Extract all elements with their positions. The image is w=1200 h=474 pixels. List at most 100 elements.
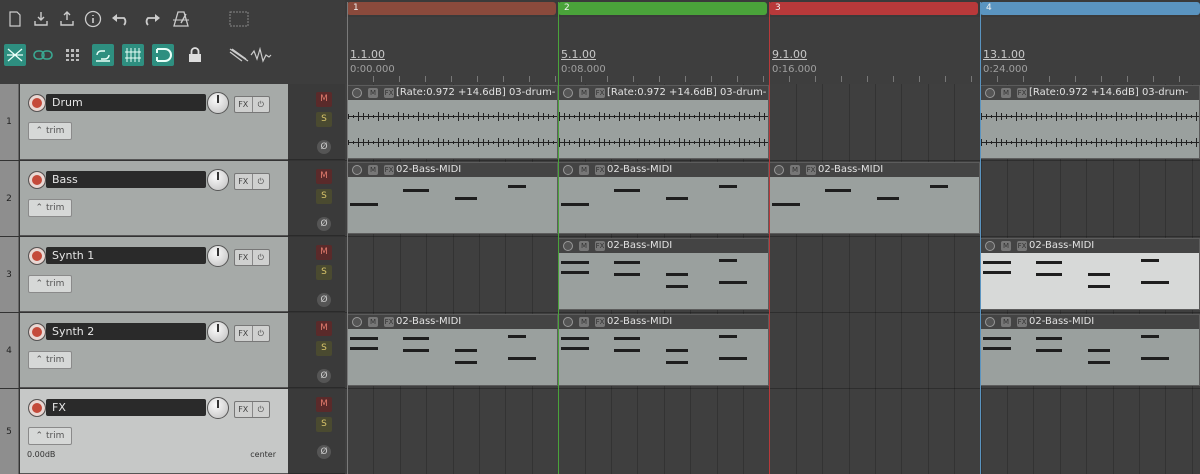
- midi-note[interactable]: [930, 185, 948, 188]
- volume-knob[interactable]: [207, 397, 229, 419]
- audio-item[interactable]: M FX [Rate:0.972 +14.6dB] 03-drum-: [347, 85, 558, 159]
- info-icon[interactable]: [82, 8, 104, 30]
- midi-note[interactable]: [1088, 273, 1110, 276]
- item-power-icon[interactable]: [985, 88, 995, 98]
- undo-icon[interactable]: [110, 8, 132, 30]
- item-power-icon[interactable]: [563, 317, 573, 327]
- grid-lines-icon[interactable]: [122, 44, 144, 66]
- midi-note[interactable]: [825, 189, 851, 192]
- midi-note[interactable]: [1036, 273, 1062, 276]
- record-arm-button[interactable]: [28, 171, 46, 189]
- midi-note[interactable]: [772, 203, 800, 206]
- midi-note[interactable]: [561, 337, 589, 340]
- midi-note[interactable]: [1036, 261, 1062, 264]
- fx-button[interactable]: FX: [235, 326, 252, 341]
- metronome-icon[interactable]: [170, 8, 192, 30]
- track-number[interactable]: 2: [0, 161, 19, 236]
- auto-crossfade-icon[interactable]: [92, 44, 114, 66]
- item-fx-icon[interactable]: FX: [1017, 241, 1027, 251]
- track-panel[interactable]: Drum FX ⏻ ⌃ trim: [20, 84, 288, 160]
- midi-note[interactable]: [666, 349, 688, 352]
- midi-note[interactable]: [508, 185, 526, 188]
- midi-item[interactable]: M FX 02-Bass-MIDI: [558, 314, 769, 386]
- open-icon[interactable]: [56, 8, 78, 30]
- track-number[interactable]: 4: [0, 313, 19, 388]
- midi-note[interactable]: [403, 349, 429, 352]
- item-fx-icon[interactable]: FX: [1017, 88, 1027, 98]
- midi-item[interactable]: M FX 02-Bass-MIDI: [980, 314, 1200, 386]
- item-power-icon[interactable]: [985, 317, 995, 327]
- item-power-icon[interactable]: [563, 165, 573, 175]
- track-panel[interactable]: FX FX ⏻ ⌃ trim 0.00dB center: [20, 389, 288, 474]
- midi-note[interactable]: [561, 347, 589, 350]
- midi-item[interactable]: M FX 02-Bass-MIDI: [558, 162, 769, 234]
- midi-note[interactable]: [455, 197, 477, 200]
- automation-trim-button[interactable]: ⌃ trim: [28, 427, 72, 445]
- item-mute-icon[interactable]: M: [579, 317, 589, 327]
- item-fx-icon[interactable]: FX: [595, 88, 605, 98]
- item-mute-icon[interactable]: M: [368, 165, 378, 175]
- region-marker[interactable]: 4: [980, 2, 1200, 15]
- automation-trim-button[interactable]: ⌃ trim: [28, 122, 72, 140]
- midi-note[interactable]: [350, 203, 378, 206]
- item-power-icon[interactable]: [352, 165, 362, 175]
- region-marker[interactable]: 2: [558, 2, 767, 15]
- record-arm-button[interactable]: [28, 247, 46, 265]
- fx-button[interactable]: FX: [235, 174, 252, 189]
- solo-button[interactable]: S: [316, 112, 332, 127]
- audio-item[interactable]: M FX [Rate:0.972 +14.6dB] 03-drum-: [980, 85, 1200, 159]
- solo-button[interactable]: S: [316, 341, 332, 356]
- item-mute-icon[interactable]: M: [579, 88, 589, 98]
- envelope-tool-icon[interactable]: [228, 44, 250, 66]
- volume-knob[interactable]: [207, 92, 229, 114]
- item-mute-icon[interactable]: M: [1001, 317, 1011, 327]
- item-mute-icon[interactable]: M: [1001, 88, 1011, 98]
- midi-note[interactable]: [455, 361, 477, 364]
- midi-note[interactable]: [1141, 281, 1169, 284]
- mute-button[interactable]: M: [316, 169, 332, 184]
- volume-knob[interactable]: [207, 321, 229, 343]
- midi-item[interactable]: M FX 02-Bass-MIDI: [769, 162, 980, 234]
- midi-note[interactable]: [1088, 361, 1110, 364]
- midi-note[interactable]: [561, 271, 589, 274]
- item-mute-icon[interactable]: M: [368, 88, 378, 98]
- mute-button[interactable]: M: [316, 397, 332, 412]
- track-panel[interactable]: Synth 2 FX ⏻ ⌃ trim: [20, 313, 288, 388]
- midi-note[interactable]: [508, 335, 526, 338]
- track-name-field[interactable]: Bass: [46, 171, 206, 188]
- phase-invert-button[interactable]: Ø: [317, 445, 331, 459]
- midi-note[interactable]: [614, 189, 640, 192]
- midi-note[interactable]: [403, 337, 429, 340]
- fx-bypass-icon[interactable]: ⏻: [251, 174, 270, 189]
- midi-note[interactable]: [1088, 349, 1110, 352]
- automation-trim-button[interactable]: ⌃ trim: [28, 199, 72, 217]
- midi-item[interactable]: M FX 02-Bass-MIDI: [558, 238, 769, 310]
- midi-note[interactable]: [983, 337, 1011, 340]
- track-number[interactable]: 3: [0, 237, 19, 312]
- track-name-field[interactable]: Synth 1: [46, 247, 206, 264]
- midi-note[interactable]: [350, 337, 378, 340]
- midi-note[interactable]: [403, 189, 429, 192]
- item-power-icon[interactable]: [563, 241, 573, 251]
- item-mute-icon[interactable]: M: [579, 165, 589, 175]
- automation-trim-button[interactable]: ⌃ trim: [28, 351, 72, 369]
- item-fx-icon[interactable]: FX: [1017, 317, 1027, 327]
- lock-icon[interactable]: [184, 44, 206, 66]
- midi-note[interactable]: [1141, 357, 1169, 360]
- midi-note[interactable]: [666, 361, 688, 364]
- item-mute-icon[interactable]: M: [579, 241, 589, 251]
- region-marker[interactable]: 3: [769, 2, 978, 15]
- midi-note[interactable]: [1141, 335, 1159, 338]
- midi-note[interactable]: [614, 261, 640, 264]
- fx-bypass-icon[interactable]: ⏻: [251, 402, 270, 417]
- item-fx-icon[interactable]: FX: [595, 317, 605, 327]
- track-panel[interactable]: Synth 1 FX ⏻ ⌃ trim: [20, 237, 288, 312]
- midi-note[interactable]: [1088, 285, 1110, 288]
- track-lane[interactable]: [345, 389, 1200, 474]
- volume-knob[interactable]: [207, 245, 229, 267]
- midi-note[interactable]: [1036, 349, 1062, 352]
- midi-note[interactable]: [719, 185, 737, 188]
- fx-bypass-icon[interactable]: ⏻: [251, 97, 270, 112]
- mute-button[interactable]: M: [316, 321, 332, 336]
- item-fx-icon[interactable]: FX: [384, 88, 394, 98]
